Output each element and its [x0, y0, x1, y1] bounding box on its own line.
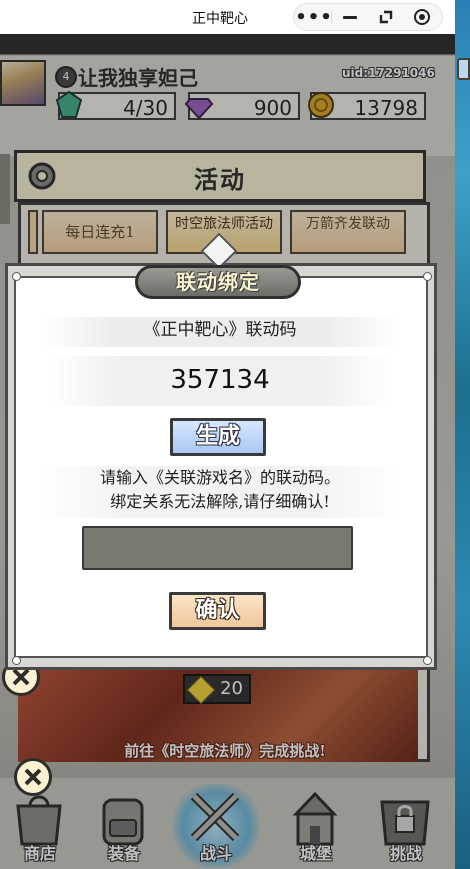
close-icon: [24, 768, 42, 786]
modal-title: 联动绑定: [135, 265, 301, 299]
desktop-edge-tab: [457, 58, 470, 80]
window-titlebar: 正中靶心 •••: [0, 0, 455, 34]
link-code-value: 357134: [50, 356, 390, 406]
confirm-button[interactable]: 确认: [169, 592, 266, 630]
desktop-background-strip: [455, 0, 470, 869]
mini-program-capsule: •••: [293, 3, 443, 31]
record-close-icon[interactable]: [404, 4, 440, 30]
instruction-line-2: 绑定关系无法解除,请仔细确认!: [110, 492, 330, 511]
modal-rivet: [12, 656, 21, 665]
close-overlay-button[interactable]: [14, 758, 52, 796]
modal-rivet: [423, 656, 432, 665]
modal-rivet: [12, 272, 21, 281]
more-dots-icon[interactable]: •••: [295, 4, 332, 30]
modal-rivet: [423, 272, 432, 281]
link-code-input[interactable]: [82, 526, 353, 570]
link-code-label: 《正中靶心》联动码: [40, 317, 400, 347]
generate-button[interactable]: 生成: [170, 418, 266, 456]
restore-icon[interactable]: [368, 4, 404, 30]
instruction-text: 请输入《关联游戏名》的联动码。 绑定关系无法解除,请仔细确认!: [40, 466, 400, 518]
instruction-line-1: 请输入《关联游戏名》的联动码。: [99, 468, 340, 487]
minimize-icon[interactable]: [332, 4, 368, 30]
